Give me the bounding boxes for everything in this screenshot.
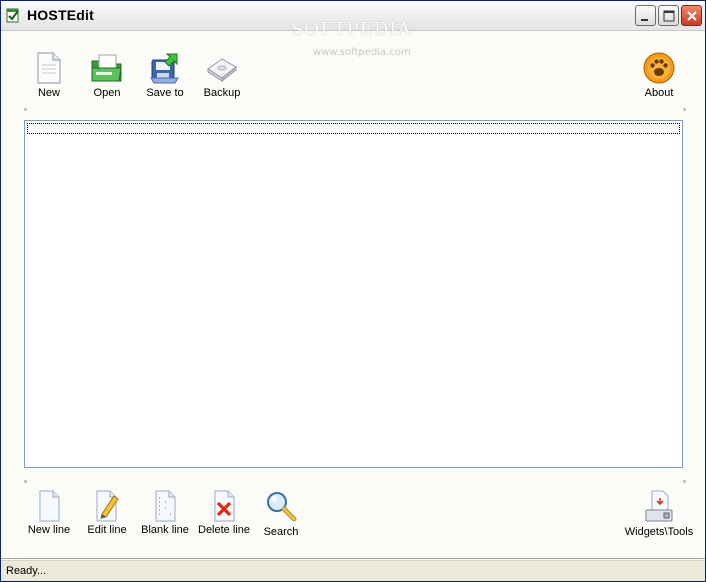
numbered-page-icon [155, 490, 176, 522]
save-to-button[interactable]: Save to [135, 51, 195, 99]
frame-corner [24, 480, 27, 483]
hosts-list[interactable] [24, 120, 683, 468]
open-button[interactable]: Open [77, 51, 137, 99]
blank-page-icon [39, 490, 60, 522]
document-icon [37, 52, 61, 84]
close-icon [687, 11, 697, 21]
frame-corner [683, 480, 686, 483]
open-label: Open [93, 87, 121, 99]
blank-line-label: Blank line [141, 524, 189, 536]
window-title: HOSTEdit [27, 7, 94, 23]
list-focus-row[interactable] [27, 123, 680, 134]
app-icon [6, 7, 20, 23]
delete-line-label: Delete line [198, 524, 250, 536]
widgets-tools-button[interactable]: Widgets\Tools [623, 490, 695, 538]
maximize-icon [663, 10, 675, 22]
backup-disk-icon [207, 58, 237, 83]
backup-label: Backup [203, 87, 241, 99]
folder-open-icon [91, 54, 122, 82]
magnifier-icon [267, 492, 297, 522]
tools-icon [645, 490, 673, 522]
edit-line-button[interactable]: Edit line [77, 490, 137, 536]
watermark: SOFTPEDIA [291, 19, 412, 40]
pencil-page-icon [96, 490, 119, 522]
backup-button[interactable]: Backup [192, 51, 252, 99]
watermark-url: www.softpedia.com [313, 47, 411, 58]
status-text: Ready... [6, 565, 47, 577]
frame-corner [683, 108, 686, 111]
save-to-label: Save to [146, 87, 184, 99]
save-to-icon [150, 53, 179, 84]
close-button[interactable] [681, 5, 702, 26]
new-line-label: New line [27, 524, 71, 536]
blank-line-button[interactable]: Blank line [135, 490, 195, 536]
delete-line-button[interactable]: Delete line [194, 490, 254, 536]
paw-icon [643, 52, 675, 84]
status-separator [1, 558, 705, 559]
new-button[interactable]: New [19, 51, 79, 99]
delete-page-icon [214, 490, 235, 522]
maximize-button[interactable] [658, 5, 679, 26]
about-label: About [644, 87, 674, 99]
minimize-button[interactable] [635, 5, 656, 26]
status-bar: Ready... [1, 560, 705, 581]
search-label: Search [263, 526, 299, 538]
frame-corner [24, 108, 27, 111]
minimize-icon [641, 19, 648, 21]
search-button[interactable]: Search [251, 490, 311, 538]
edit-line-label: Edit line [87, 524, 127, 536]
new-label: New [37, 87, 60, 99]
widgets-tools-label: Widgets\Tools [624, 526, 694, 538]
app-window: HOSTEdit SOFTPEDIA www.softpedia.com New [0, 0, 706, 582]
about-button[interactable]: About [629, 51, 689, 99]
new-line-button[interactable]: New line [19, 490, 79, 536]
